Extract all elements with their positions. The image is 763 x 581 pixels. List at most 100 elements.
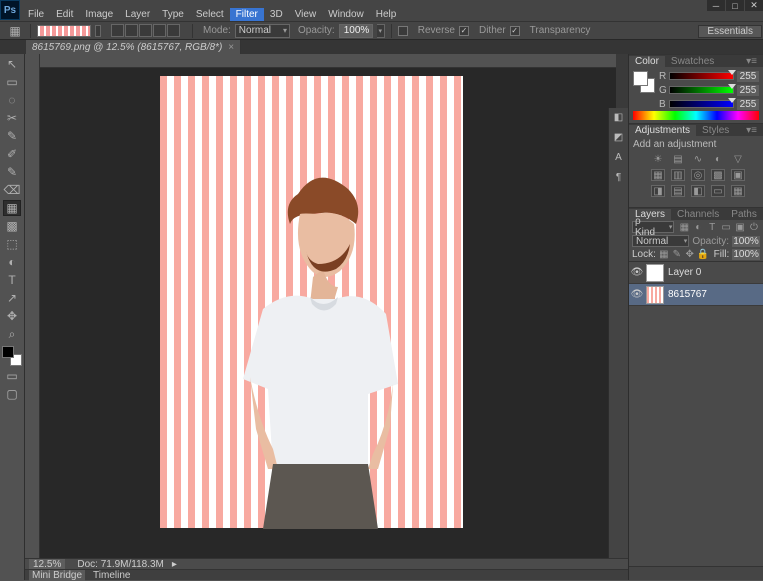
r-value[interactable]: 255 (737, 71, 759, 82)
tool-type[interactable]: T (3, 272, 21, 288)
properties-icon[interactable]: ◩ (612, 130, 626, 144)
canvas-viewport[interactable] (40, 54, 616, 580)
window-minimize-button[interactable]: ─ (707, 0, 725, 11)
tool-path[interactable]: ↗ (3, 290, 21, 306)
filter-pixel-icon[interactable]: ▦ (678, 221, 690, 233)
history-icon[interactable]: ◧ (612, 110, 626, 124)
b-slider[interactable] (669, 100, 734, 108)
character-icon[interactable]: A (612, 150, 626, 164)
menu-3d[interactable]: 3D (264, 8, 289, 21)
adj-color-lookup-icon[interactable]: ▣ (731, 169, 745, 181)
tool-zoom[interactable]: ⌕ (3, 326, 21, 342)
layer-opacity-value[interactable]: 100% (732, 236, 760, 247)
workspace-switcher[interactable]: Essentials (698, 25, 762, 38)
menu-select[interactable]: Select (190, 8, 230, 21)
color-fg-bg-chips[interactable] (633, 71, 655, 93)
tab-paths[interactable]: Paths (725, 209, 763, 220)
layer-name[interactable]: Layer 0 (668, 267, 701, 278)
paragraph-icon[interactable]: ¶ (612, 170, 626, 184)
filter-smart-icon[interactable]: ▣ (734, 221, 746, 233)
adj-exposure-icon[interactable]: ◐ (711, 153, 725, 165)
tool-preset-icon[interactable]: ▦ (6, 23, 24, 39)
adj-threshold-icon[interactable]: ◧ (691, 185, 705, 197)
filter-shape-icon[interactable]: ▭ (720, 221, 732, 233)
layer-row[interactable]: 👁 Layer 0 (629, 262, 763, 284)
g-slider[interactable] (669, 86, 734, 94)
adj-posterize-icon[interactable]: ▤ (671, 185, 685, 197)
tool-quickmask[interactable]: ▭ (3, 368, 21, 384)
window-close-button[interactable]: ✕ (745, 0, 763, 11)
tool-hand[interactable]: ✥ (3, 308, 21, 324)
gradient-angle-icon[interactable] (139, 24, 152, 37)
adj-gradient-map-icon[interactable]: ▭ (711, 185, 725, 197)
menu-edit[interactable]: Edit (50, 8, 79, 21)
transparency-checkbox[interactable]: ✓ (510, 26, 520, 36)
layer-filter-type[interactable]: ρ Kind (632, 221, 674, 233)
adj-brightness-icon[interactable]: ☀ (651, 153, 665, 165)
lock-all-icon[interactable]: 🔒 (698, 250, 708, 260)
adj-curves-icon[interactable]: ∿ (691, 153, 705, 165)
tool-gradient[interactable]: ▦ (3, 200, 21, 216)
lock-image-icon[interactable]: ✎ (672, 250, 682, 260)
adj-vibrance-icon[interactable]: ▽ (731, 153, 745, 165)
timeline-tab[interactable]: Timeline (93, 570, 130, 581)
lock-position-icon[interactable]: ✥ (685, 250, 695, 260)
tool-crop[interactable]: ✂ (3, 110, 21, 126)
layer-blend-mode[interactable]: Normal (632, 235, 689, 247)
menu-type[interactable]: Type (156, 8, 190, 21)
g-value[interactable]: 255 (737, 85, 759, 96)
menu-file[interactable]: File (22, 8, 50, 21)
gradient-picker-dropdown[interactable] (95, 25, 101, 37)
b-value[interactable]: 255 (737, 99, 759, 110)
document-tab[interactable]: 8615769.png @ 12.5% (8615767, RGB/8*) × (26, 40, 241, 54)
color-ramp[interactable] (633, 111, 759, 120)
gradient-radial-icon[interactable] (125, 24, 138, 37)
tool-lasso[interactable]: ◌ (3, 92, 21, 108)
panel-menu-icon[interactable]: ▾≡ (740, 56, 763, 67)
visibility-toggle-icon[interactable]: 👁 (632, 268, 642, 278)
reverse-checkbox[interactable] (398, 26, 408, 36)
filter-type-icon[interactable]: T (706, 221, 718, 233)
adj-invert-icon[interactable]: ◨ (651, 185, 665, 197)
mini-bridge-tab[interactable]: Mini Bridge (29, 570, 85, 581)
tool-blur[interactable]: ▩ (3, 218, 21, 234)
tool-eraser[interactable]: ⌫ (3, 182, 21, 198)
tab-color[interactable]: Color (629, 56, 665, 67)
menu-filter[interactable]: Filter (230, 8, 264, 21)
visibility-toggle-icon[interactable]: 👁 (632, 290, 642, 300)
layer-name[interactable]: 8615767 (668, 289, 707, 300)
info-dropdown-icon[interactable]: ▸ (172, 559, 177, 570)
foreground-background-colors[interactable] (2, 346, 22, 366)
adj-selective-color-icon[interactable]: ▦ (731, 185, 745, 197)
tool-marquee[interactable]: ▭ (3, 74, 21, 90)
tool-stamp[interactable]: ✎ (3, 164, 21, 180)
filter-adjust-icon[interactable]: ◐ (692, 221, 704, 233)
r-slider[interactable] (669, 72, 734, 80)
document-canvas[interactable] (160, 76, 463, 528)
dither-checkbox[interactable]: ✓ (459, 26, 469, 36)
tool-eyedropper[interactable]: ✎ (3, 128, 21, 144)
blend-mode-select[interactable]: Normal (235, 24, 290, 38)
opacity-dropdown[interactable]: ▾ (377, 24, 385, 38)
adj-channel-mixer-icon[interactable]: ▩ (711, 169, 725, 181)
menu-view[interactable]: View (289, 8, 323, 21)
adj-hue-icon[interactable]: ▦ (651, 169, 665, 181)
filter-toggle-icon[interactable]: ⏻ (748, 221, 760, 233)
zoom-level[interactable]: 12.5% (29, 559, 65, 570)
gradient-reflected-icon[interactable] (153, 24, 166, 37)
tool-brush[interactable]: ✐ (3, 146, 21, 162)
menu-layer[interactable]: Layer (119, 8, 156, 21)
tab-adjustments[interactable]: Adjustments (629, 125, 696, 136)
window-maximize-button[interactable]: □ (726, 0, 744, 11)
lock-transparent-icon[interactable]: ▦ (659, 250, 669, 260)
gradient-diamond-icon[interactable] (167, 24, 180, 37)
adj-photo-filter-icon[interactable]: ◎ (691, 169, 705, 181)
layer-row[interactable]: 👁 8615767 (629, 284, 763, 306)
layer-thumbnail[interactable] (646, 286, 664, 304)
opacity-input[interactable]: 100% (339, 24, 373, 38)
menu-window[interactable]: Window (322, 8, 370, 21)
adj-levels-icon[interactable]: ▤ (671, 153, 685, 165)
panel-menu-icon[interactable]: ▾≡ (740, 125, 763, 136)
gradient-linear-icon[interactable] (111, 24, 124, 37)
layer-thumbnail[interactable] (646, 264, 664, 282)
